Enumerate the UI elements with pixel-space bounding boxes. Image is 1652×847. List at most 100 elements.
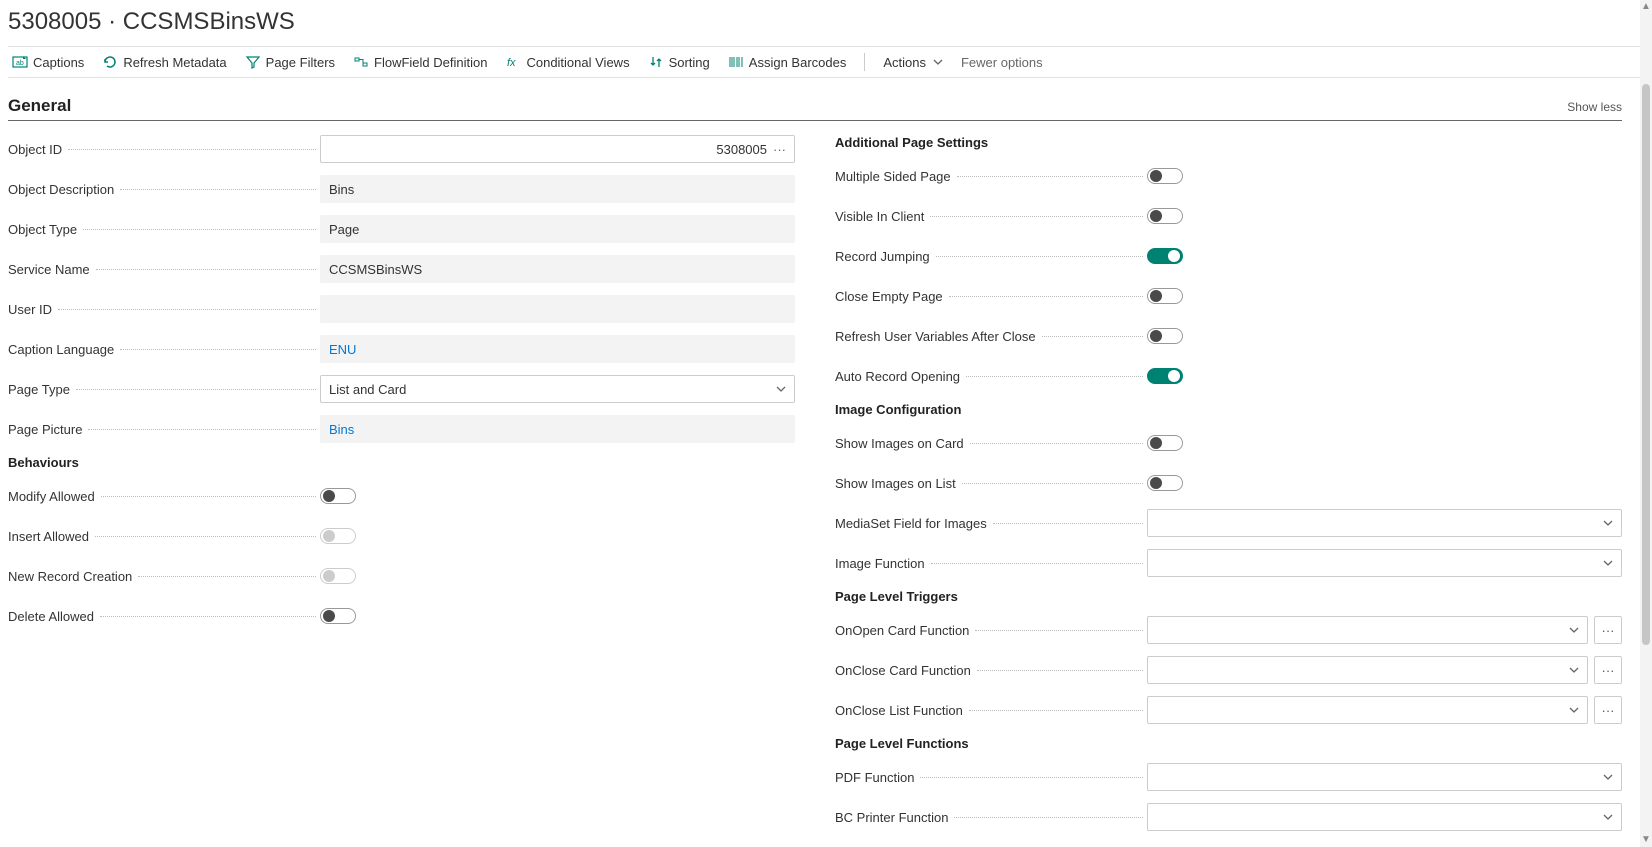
page-type-value: List and Card	[329, 382, 406, 397]
visible-client-toggle[interactable]	[1147, 208, 1183, 224]
page-functions-heading: Page Level Functions	[835, 736, 1622, 751]
onclose-card-select[interactable]	[1147, 656, 1588, 684]
refresh-vars-toggle[interactable]	[1147, 328, 1183, 344]
right-column: Additional Page Settings Multiple Sided …	[835, 135, 1622, 843]
scroll-down-arrow[interactable]: ▼	[1641, 835, 1651, 845]
image-function-select[interactable]	[1147, 549, 1622, 577]
behaviours-heading: Behaviours	[8, 455, 795, 470]
object-id-input[interactable]: 5308005 ···	[320, 135, 795, 163]
barcode-icon	[728, 54, 744, 70]
onclose-list-select[interactable]	[1147, 696, 1588, 724]
multiple-sided-toggle[interactable]	[1147, 168, 1183, 184]
condviews-label: Conditional Views	[526, 55, 629, 70]
flowfield-icon	[353, 54, 369, 70]
page-filters-button[interactable]: Page Filters	[245, 54, 335, 70]
sort-icon	[648, 54, 664, 70]
toolbar-container: ab Captions Refresh Metadata Page Filter…	[8, 46, 1644, 78]
chevron-down-icon	[933, 55, 943, 70]
fewer-label: Fewer options	[961, 55, 1043, 70]
service-name-label: Service Name	[8, 262, 92, 277]
fewer-options-button[interactable]: Fewer options	[961, 55, 1043, 70]
show-images-card-toggle[interactable]	[1147, 435, 1183, 451]
user-id-field	[320, 295, 795, 323]
toolbar: ab Captions Refresh Metadata Page Filter…	[8, 53, 1644, 71]
show-less-link[interactable]: Show less	[1567, 100, 1622, 114]
onopen-card-ellipsis[interactable]: ···	[1594, 616, 1622, 644]
scroll-thumb[interactable]	[1642, 84, 1650, 645]
general-heading: General	[8, 96, 71, 116]
close-empty-row: Close Empty Page	[835, 282, 1622, 310]
function-icon: fx	[505, 54, 521, 70]
refresh-vars-label: Refresh User Variables After Close	[835, 329, 1038, 344]
svg-text:fx: fx	[507, 57, 516, 69]
scroll-track[interactable]	[1640, 12, 1652, 835]
show-images-card-row: Show Images on Card	[835, 429, 1622, 457]
chevron-down-icon	[1569, 703, 1579, 718]
chevron-down-icon	[776, 382, 786, 397]
scroll-up-arrow[interactable]: ▲	[1641, 2, 1651, 12]
delete-allowed-toggle[interactable]	[320, 608, 356, 624]
service-name-row: Service Name CCSMSBinsWS	[8, 255, 795, 283]
flowfield-button[interactable]: FlowField Definition	[353, 54, 487, 70]
show-images-list-toggle[interactable]	[1147, 475, 1183, 491]
new-record-row: New Record Creation	[8, 562, 795, 590]
caption-language-row: Caption Language ENU	[8, 335, 795, 363]
onclose-card-ellipsis[interactable]: ···	[1594, 656, 1622, 684]
image-config-heading: Image Configuration	[835, 402, 1622, 417]
object-description-row: Object Description Bins	[8, 175, 795, 203]
mediaset-select[interactable]	[1147, 509, 1622, 537]
page-type-row: Page Type List and Card	[8, 375, 795, 403]
image-function-row: Image Function	[835, 549, 1622, 577]
auto-record-row: Auto Record Opening	[835, 362, 1622, 390]
page-picture-row: Page Picture Bins	[8, 415, 795, 443]
page-root: 5308005 · CCSMSBinsWS ab Captions Refres…	[0, 0, 1652, 843]
new-record-toggle[interactable]	[320, 568, 356, 584]
flowfield-label: FlowField Definition	[374, 55, 487, 70]
toolbar-separator	[864, 53, 865, 71]
object-id-label: Object ID	[8, 142, 64, 157]
record-jumping-toggle[interactable]	[1147, 248, 1183, 264]
onclose-list-ellipsis[interactable]: ···	[1594, 696, 1622, 724]
onopen-card-select[interactable]	[1147, 616, 1588, 644]
chevron-down-icon	[1603, 556, 1613, 571]
insert-allowed-label: Insert Allowed	[8, 529, 91, 544]
captions-button[interactable]: ab Captions	[12, 54, 84, 70]
page-picture-field[interactable]: Bins	[320, 415, 795, 443]
chevron-down-icon	[1603, 516, 1613, 531]
filters-label: Page Filters	[266, 55, 335, 70]
refresh-metadata-button[interactable]: Refresh Metadata	[102, 54, 226, 70]
insert-allowed-toggle[interactable]	[320, 528, 356, 544]
delete-allowed-row: Delete Allowed	[8, 602, 795, 630]
record-jumping-row: Record Jumping	[835, 242, 1622, 270]
new-record-label: New Record Creation	[8, 569, 134, 584]
conditional-views-button[interactable]: fx Conditional Views	[505, 54, 629, 70]
bc-printer-row: BC Printer Function	[835, 803, 1622, 831]
caption-language-field[interactable]: ENU	[320, 335, 795, 363]
modify-allowed-toggle[interactable]	[320, 488, 356, 504]
modify-allowed-row: Modify Allowed	[8, 482, 795, 510]
refresh-icon	[102, 54, 118, 70]
object-type-label: Object Type	[8, 222, 79, 237]
page-type-select[interactable]: List and Card	[320, 375, 795, 403]
pdf-function-select[interactable]	[1147, 763, 1622, 791]
left-column: Object ID 5308005 ··· Object Description…	[8, 135, 795, 843]
page-title: 5308005 · CCSMSBinsWS	[8, 4, 1644, 46]
page-picture-label: Page Picture	[8, 422, 84, 437]
onopen-card-label: OnOpen Card Function	[835, 623, 971, 638]
chevron-down-icon	[1603, 770, 1613, 785]
title-separator: ·	[101, 8, 122, 35]
page-type-label: Page Type	[8, 382, 72, 397]
multiple-sided-row: Multiple Sided Page	[835, 162, 1622, 190]
ellipsis-icon[interactable]: ···	[773, 142, 786, 157]
pdf-function-label: PDF Function	[835, 770, 916, 785]
section-header-general: General Show less	[8, 96, 1622, 121]
scrollbar[interactable]: ▲ ▼	[1640, 0, 1652, 847]
mediaset-row: MediaSet Field for Images	[835, 509, 1622, 537]
auto-record-toggle[interactable]	[1147, 368, 1183, 384]
assign-barcodes-button[interactable]: Assign Barcodes	[728, 54, 847, 70]
actions-menu[interactable]: Actions	[883, 55, 943, 70]
sorting-button[interactable]: Sorting	[648, 54, 710, 70]
bc-printer-select[interactable]	[1147, 803, 1622, 831]
close-empty-toggle[interactable]	[1147, 288, 1183, 304]
onopen-card-row: OnOpen Card Function ···	[835, 616, 1622, 644]
